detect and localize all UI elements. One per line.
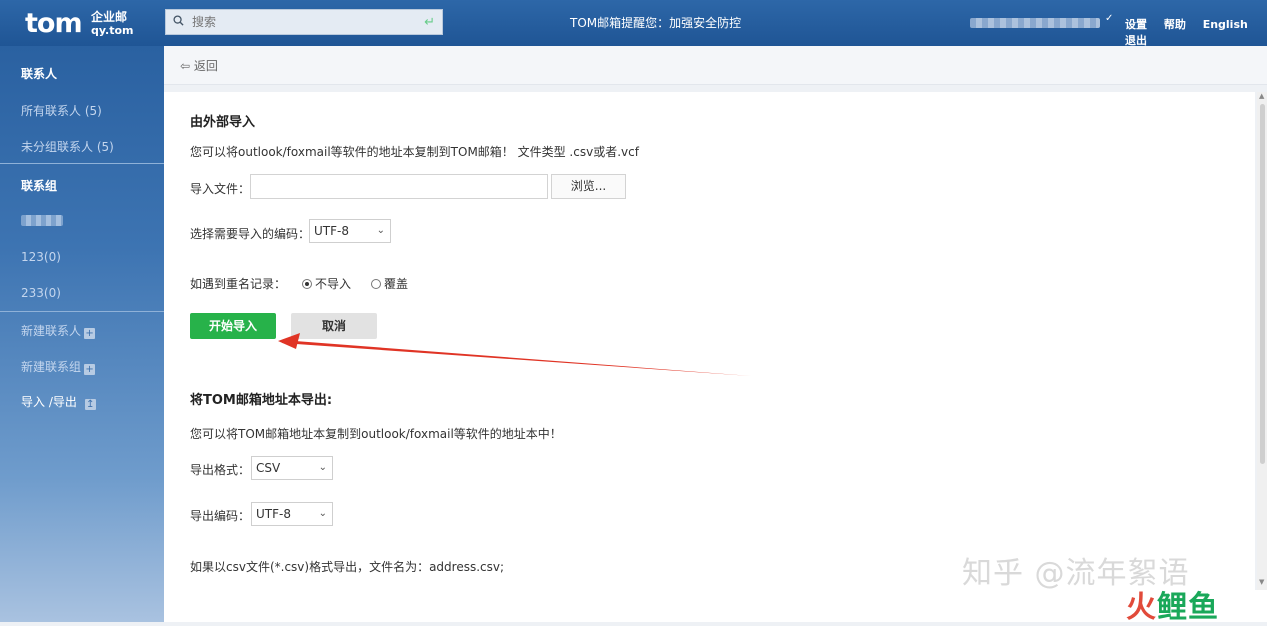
export-title: 将TOM邮箱地址本导出:: [190, 393, 333, 408]
import-file-input[interactable]: [250, 174, 548, 199]
export-description: 您可以将TOM邮箱地址本复制到outlook/foxmail等软件的地址本中！: [190, 427, 562, 441]
annotation-arrow: [278, 333, 751, 376]
top-links: 设置 帮助 English 退出: [1125, 16, 1267, 48]
start-import-button[interactable]: 开始导入: [190, 313, 276, 339]
search-input[interactable]: [192, 13, 412, 31]
chevron-down-icon[interactable]: ✓: [1105, 13, 1113, 24]
duplicate-label: 如遇到重名记录：: [190, 277, 287, 291]
sidebar-item-import-export[interactable]: 导入 /导出 ↥: [21, 393, 96, 410]
english-link[interactable]: English: [1203, 18, 1248, 31]
sidebar-groups-header: 联系组: [21, 179, 58, 193]
radio-unselected-icon: [371, 279, 381, 289]
scrollbar-thumb[interactable]: [1260, 104, 1265, 464]
sidebar-contacts-header: 联系人: [21, 67, 58, 81]
logo-subtitle: 企业邮: [91, 10, 128, 24]
radio-overwrite-label: 覆盖: [384, 277, 409, 291]
radio-skip[interactable]: 不导入: [302, 275, 351, 292]
export-format-value: CSV: [256, 461, 281, 475]
import-encoding-value: UTF-8: [314, 224, 349, 238]
plus-icon: +: [84, 364, 96, 375]
radio-selected-icon: [302, 279, 312, 289]
sidebar-item-new-group[interactable]: 新建联系组 +: [21, 358, 96, 375]
back-arrow-icon: ⇦: [180, 59, 191, 73]
chevron-down-icon: ⌄: [376, 225, 385, 236]
search-box[interactable]: ↵: [165, 9, 443, 35]
export-encoding-value: UTF-8: [256, 507, 291, 521]
new-group-label: 新建联系组: [21, 360, 82, 374]
plus-icon: +: [84, 328, 96, 339]
csv-export-note: 如果以csv文件(*.csv)格式导出，文件名为：address.csv;: [190, 560, 505, 574]
sidebar-item-group-123[interactable]: 123(0): [21, 250, 61, 264]
enter-icon[interactable]: ↵: [424, 15, 435, 30]
bottom-area: [164, 590, 1267, 622]
radio-overwrite[interactable]: 覆盖: [371, 275, 408, 292]
chevron-down-icon: ⌄: [318, 508, 327, 519]
export-encoding-select[interactable]: UTF-8 ⌄: [251, 502, 333, 526]
export-encoding-label: 导出编码：: [190, 509, 251, 523]
sidebar-item-blurred-group[interactable]: [21, 215, 63, 229]
import-encoding-select[interactable]: UTF-8 ⌄: [309, 219, 391, 243]
sidebar-item-new-contact[interactable]: 新建联系人 +: [21, 322, 96, 339]
new-contact-label: 新建联系人: [21, 324, 82, 338]
help-link[interactable]: 帮助: [1164, 18, 1186, 31]
sidebar-divider: [0, 163, 164, 164]
back-label: 返回: [193, 59, 218, 73]
import-file-label: 导入文件：: [190, 182, 251, 196]
back-bar: ⇦ 返回: [164, 46, 1267, 85]
sidebar-item-ungrouped[interactable]: 未分组联系人 (5): [21, 138, 114, 155]
search-icon: [173, 15, 184, 26]
sidebar: 联系人 所有联系人 (5) 未分组联系人 (5) 联系组 123(0) 233(…: [0, 46, 164, 622]
sidebar-item-all-contacts[interactable]: 所有联系人 (5): [21, 102, 102, 119]
scroll-up-icon[interactable]: ▲: [1259, 92, 1264, 100]
radio-skip-label: 不导入: [315, 277, 352, 291]
security-notice: TOM邮箱提醒您：加强安全防控: [570, 16, 742, 30]
scroll-down-icon[interactable]: ▼: [1259, 578, 1264, 586]
top-bar: tom 企业邮 qy.tom ↵ TOM邮箱提醒您：加强安全防控 ✓ 设置 帮助…: [0, 0, 1267, 48]
import-export-icon: ↥: [84, 399, 96, 410]
logo-domain: qy.tom: [91, 24, 134, 37]
brand-watermark-logo: 火鲤鱼: [1126, 590, 1219, 625]
sidebar-item-group-233[interactable]: 233(0): [21, 286, 61, 300]
logo-text: tom: [25, 8, 83, 39]
chevron-down-icon: ⌄: [318, 462, 327, 473]
browse-button[interactable]: 浏览...: [551, 174, 626, 199]
import-encoding-label: 选择需要导入的编码：: [190, 227, 311, 241]
export-format-label: 导出格式：: [190, 463, 251, 477]
sidebar-divider: [0, 311, 164, 312]
user-account[interactable]: [970, 18, 1100, 28]
back-button[interactable]: ⇦ 返回: [180, 57, 218, 74]
settings-link[interactable]: 设置: [1125, 18, 1147, 31]
import-title: 由外部导入: [190, 115, 256, 130]
tom-logo[interactable]: tom 企业邮 qy.tom: [25, 6, 135, 40]
import-export-label: 导入 /导出: [21, 395, 77, 409]
import-description: 您可以将outlook/foxmail等软件的地址本复制到TOM邮箱！ 文件类型…: [190, 145, 639, 159]
export-format-select[interactable]: CSV ⌄: [251, 456, 333, 480]
